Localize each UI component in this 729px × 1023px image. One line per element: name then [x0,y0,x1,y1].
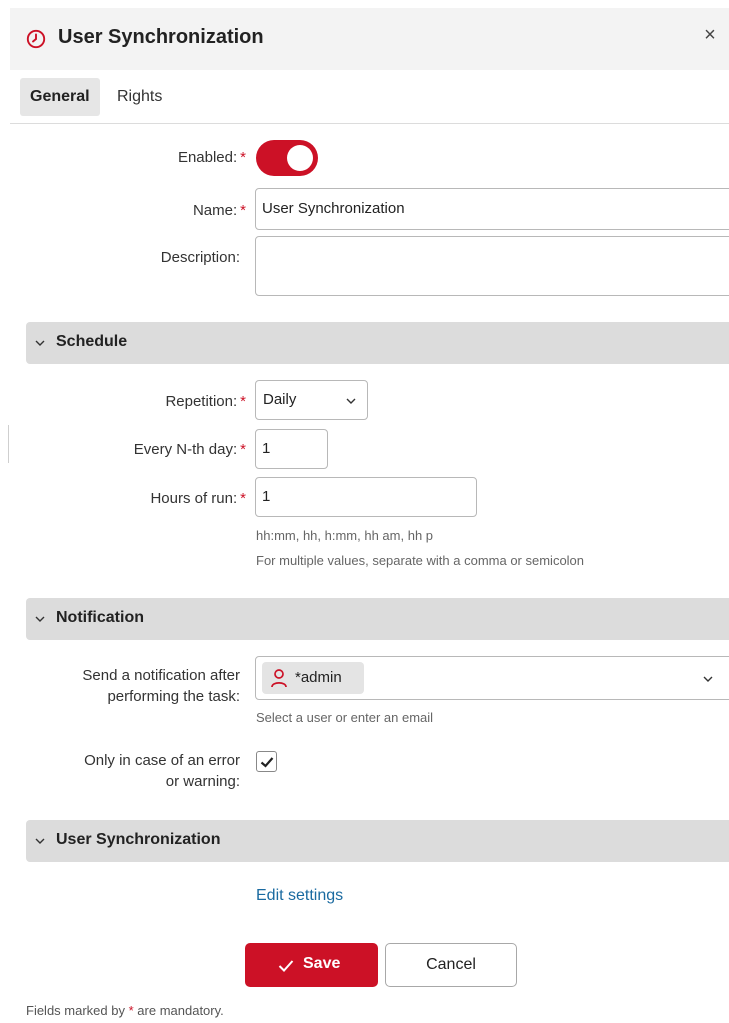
notification-section-header[interactable]: Notification [26,598,729,640]
name-input[interactable]: User Synchronization [255,188,729,230]
chevron-down-icon [346,398,356,404]
clock-icon [26,29,46,49]
save-button-label: Save [303,955,341,972]
error-only-checkbox[interactable] [256,751,277,772]
hours-format-hint: hh:mm, hh, h:mm, hh am, hh p [256,528,434,543]
user-sync-section-title: User Synchronization [56,831,221,848]
recipient-chip-label: *admin [295,669,342,686]
notification-section-title: Notification [56,609,144,626]
hours-of-run-input[interactable]: 1 [255,477,477,517]
name-label: Name: * [192,202,246,219]
hours-multiple-hint: For multiple values, separate with a com… [256,553,585,568]
repetition-value: Daily [263,391,297,408]
error-only-label: Only in case of an error or warning: [84,752,240,790]
chevron-down-icon [35,616,45,622]
checkmark-icon [260,757,274,768]
description-label: Description: [160,249,240,266]
tab-rights[interactable]: Rights [107,78,172,116]
toggle-knob [287,145,313,171]
description-input[interactable] [255,236,729,296]
dialog-header: User Synchronization × [10,8,729,70]
repetition-label: Repetition: * [165,393,246,410]
chevron-down-icon [703,676,713,682]
mandatory-fields-note: Fields marked by * are mandatory. [26,1003,224,1018]
chevron-down-icon [35,838,45,844]
save-button[interactable]: Save [245,943,378,987]
send-notification-label: Send a notification after performing the… [82,667,240,705]
edit-settings-link[interactable]: Edit settings [256,887,343,905]
tab-general[interactable]: General [20,78,100,116]
check-icon [278,960,294,972]
every-nth-day-label: Every N-th day: * [133,441,246,458]
schedule-section-title: Schedule [56,333,128,350]
dialog-title: User Synchronization [58,26,264,48]
schedule-section-header[interactable]: Schedule [26,322,729,364]
repetition-select[interactable]: Daily [255,380,368,420]
tab-bar: General Rights [10,70,729,124]
enabled-toggle[interactable] [256,140,318,176]
hours-of-run-label: Hours of run: * [150,490,246,507]
recipient-hint: Select a user or enter an email [256,710,434,725]
user-icon [271,669,287,688]
panel-edge-divider [8,425,9,463]
every-nth-day-input[interactable]: 1 [255,429,328,469]
chevron-down-icon [35,340,45,346]
recipient-chip[interactable]: *admin [262,662,364,694]
cancel-button[interactable]: Cancel [385,943,517,987]
enabled-label: Enabled: * [177,149,246,166]
user-sync-section-header[interactable]: User Synchronization [26,820,729,862]
close-button[interactable]: × [697,22,723,48]
